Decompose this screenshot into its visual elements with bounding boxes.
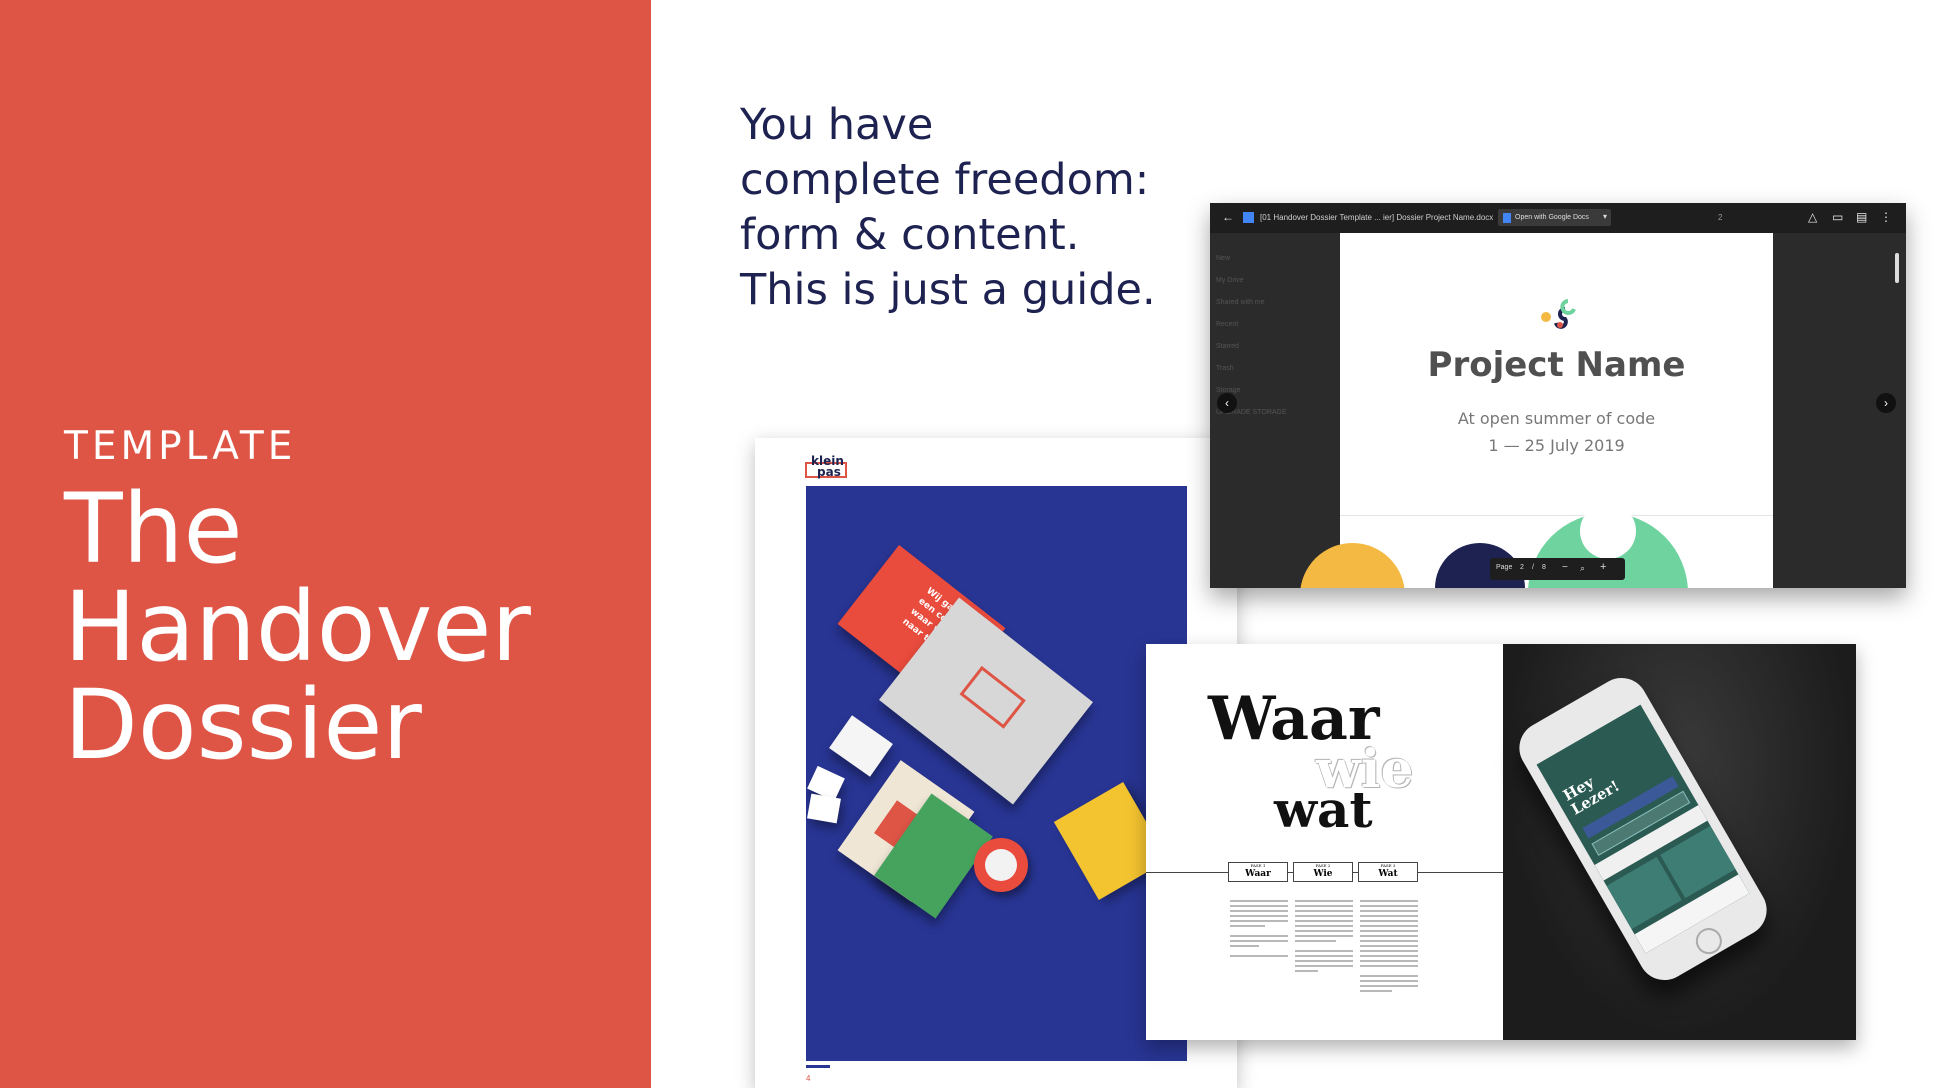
- next-page-button[interactable]: ›: [1876, 393, 1896, 413]
- kleinpas-logo: klein pas: [805, 455, 847, 482]
- zoom-icon[interactable]: ⌕: [1580, 563, 1585, 574]
- lead-line: You have: [740, 100, 934, 150]
- slide-title: The Handover Dossier: [64, 480, 531, 774]
- back-arrow-icon[interactable]: ←: [1222, 211, 1234, 223]
- logo-word: pas: [817, 465, 841, 479]
- page-zoom-bar: Page 2 / 8 − ⌕ +: [1490, 558, 1625, 580]
- brochure-photo: Wij gaan naar een concert, waar wil jij …: [806, 486, 1187, 1061]
- lead-text: You have complete freedom: form & conten…: [740, 98, 1156, 318]
- zoom-out-button[interactable]: −: [1562, 562, 1568, 573]
- scrollbar[interactable]: [1895, 253, 1899, 283]
- folder-logo: [959, 665, 1026, 729]
- osc-logo: [1541, 299, 1576, 329]
- chevron-down-icon[interactable]: ▾: [1603, 212, 1607, 221]
- eyebrow-label: TEMPLATE: [64, 424, 297, 469]
- lead-line: form & content.: [740, 210, 1080, 260]
- tab-label: Wie: [1313, 869, 1333, 879]
- subtitle-line: At open summer of code: [1457, 409, 1656, 428]
- lead-line: This is just a guide.: [740, 265, 1156, 315]
- text-column: [1360, 900, 1418, 995]
- ghost-item: My Drive: [1216, 277, 1244, 284]
- kids-card: [829, 715, 893, 777]
- document-page: Project Name At open summer of code 1 — …: [1300, 233, 1773, 588]
- page-number: 4: [806, 1074, 811, 1083]
- title-line: The: [64, 473, 243, 585]
- title-line: Dossier: [64, 669, 422, 781]
- text-column: [1230, 900, 1288, 960]
- tab-label: Wat: [1378, 869, 1398, 879]
- tab-label: Waar: [1245, 869, 1271, 879]
- add-to-drive-icon[interactable]: △: [1808, 211, 1817, 223]
- phone-photo: Hey Lezer!: [1503, 644, 1856, 1040]
- ghost-item: Starred: [1216, 343, 1239, 350]
- page-divider: [1340, 515, 1773, 516]
- more-options-icon[interactable]: ⋮: [1880, 211, 1892, 223]
- prev-page-button[interactable]: ‹: [1217, 393, 1237, 413]
- ghost-item: Shared with me: [1216, 299, 1265, 306]
- smartphone: Hey Lezer!: [1509, 668, 1777, 990]
- coffee-cup: [974, 838, 1028, 892]
- doc-viewer-window: ← [01 Handover Dossier Template ... ier]…: [1210, 203, 1906, 588]
- page-number-bar: [806, 1065, 830, 1068]
- cup-inner: [985, 849, 1017, 881]
- comment-icon[interactable]: ▭: [1832, 211, 1843, 223]
- open-with-label: Open with Google Docs: [1515, 214, 1589, 221]
- zoom-in-button[interactable]: +: [1600, 561, 1606, 573]
- ghost-item: Recent: [1216, 321, 1239, 328]
- project-title: Project Name: [1427, 345, 1686, 385]
- google-docs-icon: [1503, 213, 1511, 223]
- spread-word-wat: wat: [1274, 780, 1373, 839]
- yellow-circle-shape: [1300, 543, 1405, 588]
- tab-waar: FASE 1 Waar: [1228, 862, 1288, 882]
- left-panel: TEMPLATE The Handover Dossier: [0, 0, 651, 1088]
- title-line: Handover: [64, 571, 531, 683]
- viewer-toolbar: ← [01 Handover Dossier Template ... ier]…: [1210, 203, 1906, 233]
- text-column: [1295, 900, 1353, 975]
- home-button: [1691, 923, 1727, 959]
- lead-line: complete freedom:: [740, 155, 1150, 205]
- logo-cards: [807, 793, 841, 824]
- tab-wie: FASE 2 Wie: [1293, 862, 1353, 882]
- page-separator: /: [1532, 564, 1534, 571]
- project-subtitle: At open summer of code 1 — 25 July 2019: [1340, 405, 1773, 459]
- page-label: Page: [1496, 564, 1513, 571]
- open-with-button[interactable]: Open with Google Docs ▾: [1498, 209, 1611, 226]
- dates-line: 1 — 25 July 2019: [1488, 436, 1625, 455]
- print-icon[interactable]: ▤: [1856, 211, 1867, 223]
- ghost-item: New: [1216, 255, 1231, 262]
- tab-wat: FASE 3 Wat: [1358, 862, 1418, 882]
- word-doc-icon: [1243, 212, 1254, 223]
- top-page-number: 2: [1718, 213, 1723, 222]
- page-total: 8: [1542, 564, 1546, 571]
- magazine-spread: Waar wie wat FASE 1 Waar FASE 2 Wie FASE…: [1146, 644, 1856, 1040]
- phone-screen: Hey Lezer!: [1536, 704, 1750, 954]
- file-name: [01 Handover Dossier Template ... ier] D…: [1260, 213, 1494, 222]
- page-current[interactable]: 2: [1520, 564, 1524, 571]
- ghost-item: Trash: [1216, 365, 1234, 372]
